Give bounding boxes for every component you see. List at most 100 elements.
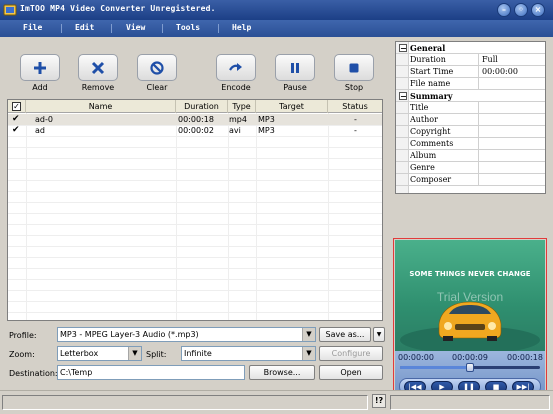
collapse-icon[interactable]: − xyxy=(399,92,407,100)
menu-separator xyxy=(162,24,163,33)
grid-line xyxy=(328,113,329,320)
row-type: avi xyxy=(229,126,241,135)
configure-button[interactable]: Configure xyxy=(319,346,383,361)
restore-icon[interactable]: ◦ xyxy=(514,3,528,17)
file-list-header: ✓ Name Duration Type Target Status xyxy=(8,100,382,113)
clear-button[interactable] xyxy=(137,54,177,81)
menu-help[interactable]: Help xyxy=(232,23,251,32)
profile-value: MP3 - MPEG Layer-3 Audio (*.mp3) xyxy=(60,330,199,339)
pause-icon xyxy=(291,62,299,73)
grid-line xyxy=(256,113,257,320)
close-icon[interactable]: × xyxy=(531,3,545,17)
property-name: Title xyxy=(410,102,479,114)
save-as-dropdown-icon[interactable]: ▼ xyxy=(373,327,385,342)
help-button[interactable]: !? xyxy=(372,394,386,408)
row-checkbox[interactable]: ✔ xyxy=(12,126,21,135)
app-icon xyxy=(3,4,17,16)
open-button[interactable]: Open xyxy=(319,365,383,380)
browse-button[interactable]: Browse... xyxy=(249,365,315,380)
property-row[interactable]: Duration Full xyxy=(396,54,545,66)
property-name: Start Time xyxy=(410,66,479,78)
menu-edit[interactable]: Edit xyxy=(75,23,94,32)
property-row[interactable]: Comments xyxy=(396,138,545,150)
row-checkbox[interactable]: ✔ xyxy=(12,115,21,124)
minimize-icon[interactable]: – xyxy=(497,3,511,17)
menu-view[interactable]: View xyxy=(126,23,145,32)
column-duration[interactable]: Duration xyxy=(176,100,228,113)
grid-line xyxy=(8,290,382,291)
clear-icon xyxy=(150,60,164,75)
stop-label: Stop xyxy=(344,83,364,92)
grid-line xyxy=(8,224,382,225)
property-value[interactable]: Full xyxy=(482,54,498,66)
status-bar: !? xyxy=(0,390,553,414)
property-name: Duration xyxy=(410,54,479,66)
collapse-icon[interactable]: − xyxy=(399,44,407,52)
seek-handle[interactable] xyxy=(466,363,474,372)
menu-file[interactable]: File xyxy=(23,23,42,32)
property-group-general[interactable]: − General xyxy=(396,42,545,54)
row-target[interactable]: MP3 xyxy=(258,114,275,125)
select-all-column[interactable]: ✓ xyxy=(8,100,26,113)
property-row[interactable]: File name xyxy=(396,78,545,90)
encode-arrow-icon xyxy=(229,62,242,71)
column-type[interactable]: Type xyxy=(228,100,256,113)
select-all-checkbox[interactable]: ✓ xyxy=(12,102,21,111)
property-row[interactable]: Album xyxy=(396,150,545,162)
column-status[interactable]: Status xyxy=(328,100,382,113)
menu-tools[interactable]: Tools xyxy=(176,23,200,32)
stop-button[interactable] xyxy=(334,54,374,81)
grid-line xyxy=(8,158,382,159)
grid-line xyxy=(8,268,382,269)
split-label: Split: xyxy=(146,350,167,359)
pause-button[interactable] xyxy=(275,54,315,81)
grid-line xyxy=(8,235,382,236)
zoom-value: Letterbox xyxy=(60,349,99,358)
property-group-summary[interactable]: − Summary xyxy=(396,90,545,102)
grid-line xyxy=(8,191,382,192)
row-target[interactable]: MP3 xyxy=(258,125,275,136)
grid-line xyxy=(8,202,382,203)
property-name: File name xyxy=(410,78,479,90)
preview-panel: SOME THINGS NEVER CHANGE Trial Version 0… xyxy=(393,238,547,403)
add-button[interactable] xyxy=(20,54,60,81)
zoom-select[interactable]: Letterbox ▼ xyxy=(57,346,142,361)
split-select[interactable]: Infinite ▼ xyxy=(181,346,316,361)
grid-line xyxy=(8,169,382,170)
property-row[interactable]: Start Time 00:00:00 xyxy=(396,66,545,78)
table-row[interactable]: ✔ ad 00:00:02 avi MP3 - xyxy=(8,125,382,136)
x-icon xyxy=(91,61,105,74)
property-name: Genre xyxy=(410,162,479,174)
encode-label: Encode xyxy=(221,83,251,92)
remove-button[interactable] xyxy=(78,54,118,81)
property-name: Author xyxy=(410,114,479,126)
chevron-down-icon[interactable]: ▼ xyxy=(128,347,141,360)
property-name: Composer xyxy=(410,174,479,186)
profile-select[interactable]: MP3 - MPEG Layer-3 Audio (*.mp3) ▼ xyxy=(57,327,316,342)
column-target[interactable]: Target xyxy=(256,100,328,113)
encode-button[interactable] xyxy=(216,54,256,81)
property-name: Album xyxy=(410,150,479,162)
column-name[interactable]: Name xyxy=(26,100,176,113)
save-as-button[interactable]: Save as... xyxy=(319,327,371,342)
property-value[interactable]: 00:00:00 xyxy=(482,66,518,78)
file-list[interactable]: ✓ Name Duration Type Target Status ✔ ad-… xyxy=(7,99,383,321)
property-row[interactable]: Author xyxy=(396,114,545,126)
destination-field[interactable]: C:\Temp xyxy=(57,365,245,380)
table-row[interactable]: ✔ ad-0 00:00:18 mp4 MP3 - xyxy=(8,114,382,125)
property-row[interactable]: Title xyxy=(396,102,545,114)
remove-label: Remove xyxy=(81,83,115,92)
profile-label: Profile: xyxy=(9,331,37,340)
properties-panel[interactable]: − General Duration Full Start Time 00:00… xyxy=(395,41,546,194)
property-row[interactable]: Copyright xyxy=(396,126,545,138)
grid-line xyxy=(8,246,382,247)
grid-line xyxy=(26,113,27,320)
pause-label: Pause xyxy=(283,83,307,92)
property-row[interactable]: Composer xyxy=(396,174,545,186)
chevron-down-icon[interactable]: ▼ xyxy=(302,328,315,341)
status-message xyxy=(2,395,368,410)
video-preview[interactable]: SOME THINGS NEVER CHANGE Trial Version xyxy=(395,240,545,351)
stop-icon xyxy=(349,63,359,72)
chevron-down-icon[interactable]: ▼ xyxy=(302,347,315,360)
property-row[interactable]: Genre xyxy=(396,162,545,174)
